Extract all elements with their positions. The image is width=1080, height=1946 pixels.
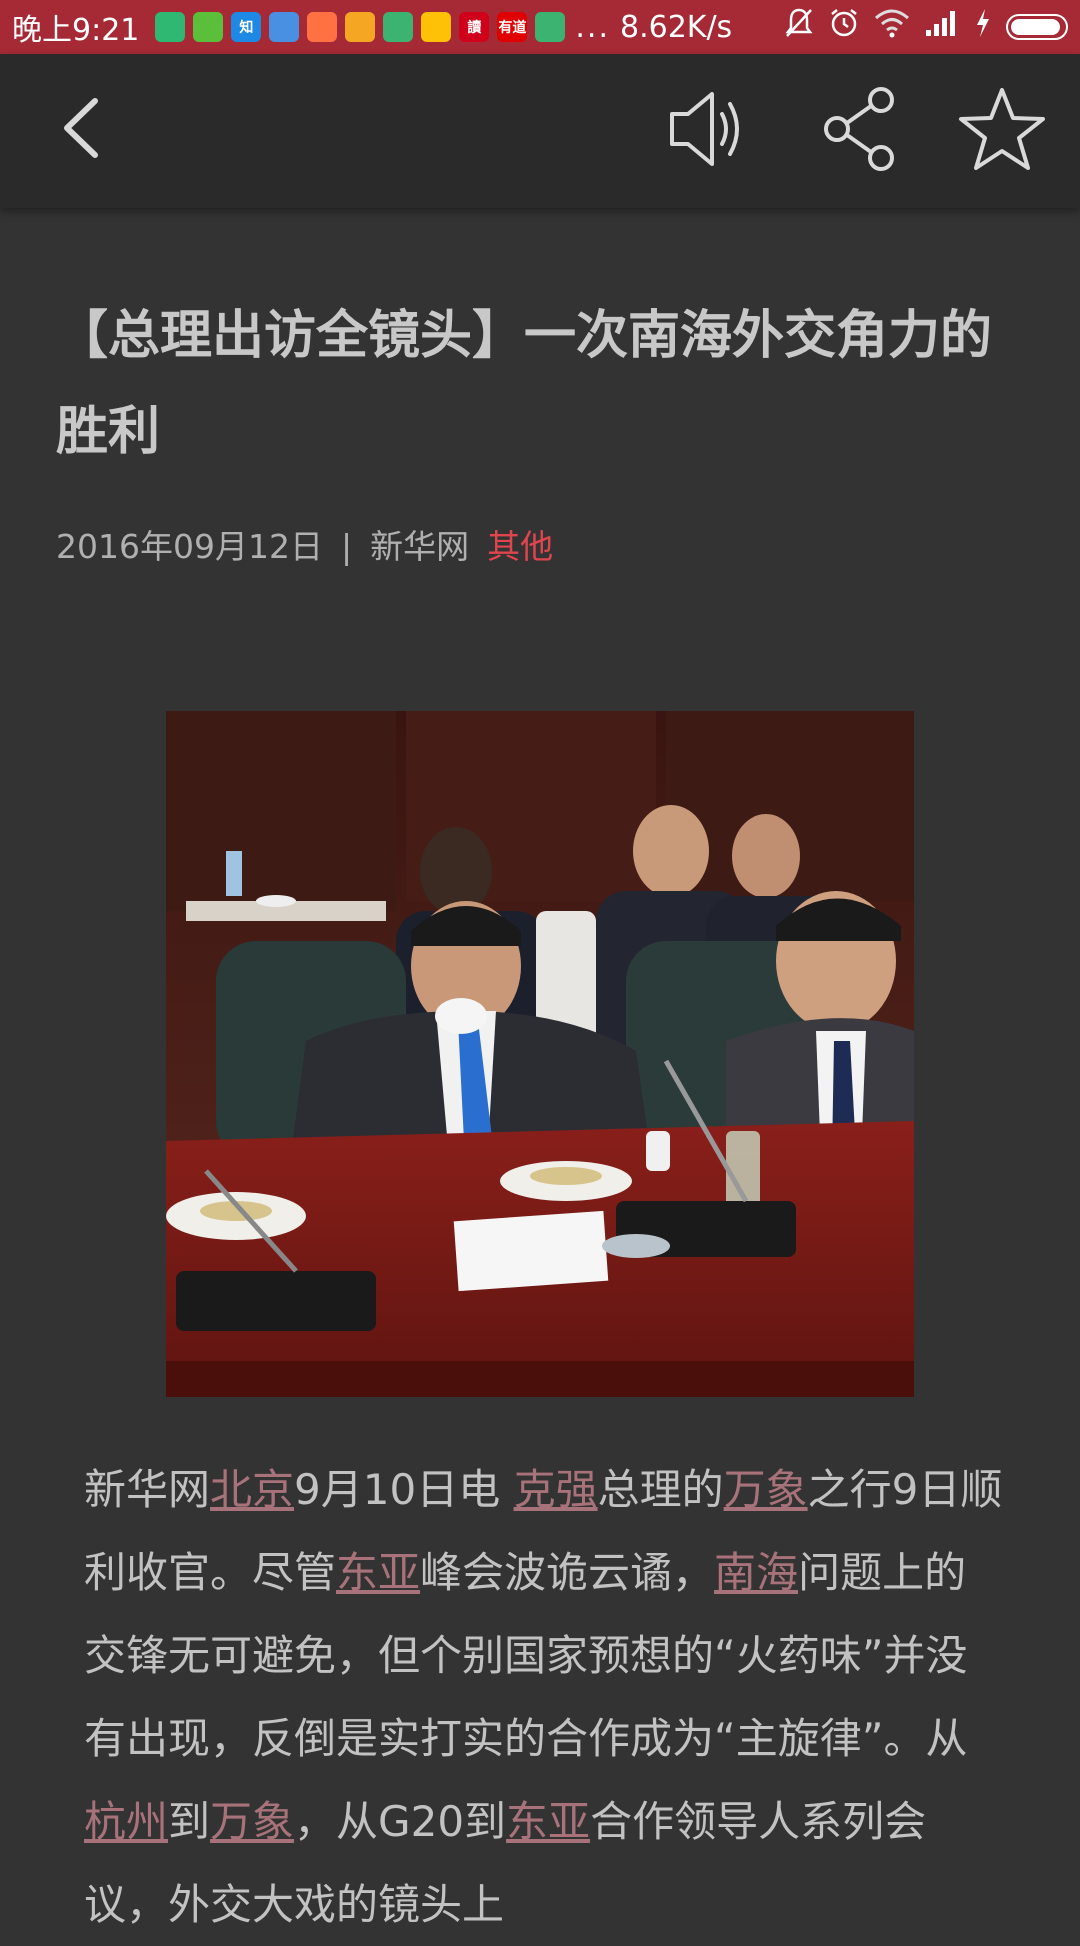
paragraph-text: ，从G20到 [294,1797,507,1846]
video-app-icon [421,12,452,42]
article-date: 2016年09月12日 [56,527,323,566]
network-speed: 8.62K/s [619,9,733,45]
more-notifications-indicator: ... [575,9,610,45]
share-icon [817,84,901,178]
system-icons [784,7,1068,47]
notification-icons: 知 讀有道 [155,12,566,42]
keyword-link[interactable]: 东亚 [506,1797,590,1846]
meeting-photo-image [166,711,914,1397]
speaker-icon [664,84,754,178]
youdao-app-icon: 有道 [497,12,528,42]
shopping-bag-icon [307,12,338,42]
wifi-icon [874,8,910,46]
article-category[interactable]: 其他 [487,527,553,566]
back-button[interactable] [40,90,120,170]
keyword-link[interactable]: 克强 [514,1465,598,1514]
shield-app-icon [155,12,186,42]
keyword-link[interactable]: 万象 [210,1797,294,1846]
status-bar: 晚上9:21 知 讀有道 ... 8.62K/s [0,0,1080,54]
status-time: 晚上9:21 [12,13,140,48]
article-title: 【总理出访全镜头】一次南海外交角力的胜利 [56,306,993,462]
favorite-button[interactable] [954,84,1050,180]
meta-separator: | [340,527,353,566]
zhihu-app-icon: 知 [231,12,262,42]
article-meta: 2016年09月12日 | 新华网 其他 [56,520,553,568]
paragraph-text: 总理的 [597,1465,724,1514]
reading-app-icon: 讀 [459,12,490,42]
paragraph-text: 峰会波诡云谲， [420,1548,715,1597]
play-icon [383,12,414,42]
mute-bell-icon [784,7,814,47]
alarm-icon [828,7,860,47]
keyword-link[interactable]: 杭州 [84,1797,168,1846]
article-body: 新华网北京9月10日电 克强总理的万象之行9日顺利收官。尽管东亚峰会波诡云谲，南… [84,1448,1004,1946]
paragraph-text: 9月10日电 [294,1465,514,1514]
play-icon-2 [535,12,566,42]
keyword-link[interactable]: 万象 [724,1465,808,1514]
article-paragraph: 新华网北京9月10日电 克强总理的万象之行9日顺利收官。尽管东亚峰会波诡云谲，南… [84,1448,1004,1946]
battery-icon [1006,14,1068,40]
paragraph-text: 到 [168,1797,211,1846]
keyword-link[interactable]: 北京 [210,1465,294,1514]
battery-app-icon [193,12,224,42]
signal-icon [924,8,960,46]
mail-icon [345,12,376,42]
article-source: 新华网 [370,527,470,566]
chevron-left-icon [55,93,105,167]
keyword-link[interactable]: 东亚 [336,1548,420,1597]
article-photo[interactable] [166,711,914,1397]
read-aloud-button[interactable] [662,84,756,178]
article-toolbar [0,54,1080,208]
paragraph-text: 新华网 [84,1465,211,1514]
app-icon [269,12,300,42]
star-icon [957,86,1047,178]
keyword-link[interactable]: 南海 [714,1548,798,1597]
charging-icon [974,8,992,46]
share-button[interactable] [812,84,906,178]
